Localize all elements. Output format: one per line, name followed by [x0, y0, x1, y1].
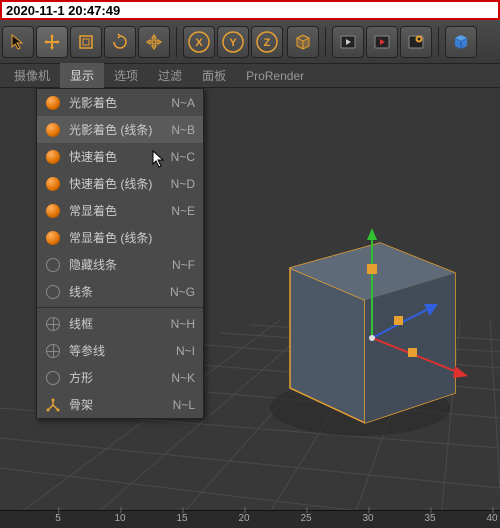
dropdown-shortcut: N~H [171, 317, 195, 331]
dropdown-item[interactable]: 常显着色 (线条) [37, 224, 203, 251]
render-settings-button[interactable] [400, 26, 432, 58]
wire-sphere-icon [46, 344, 60, 358]
shaded-sphere-icon [46, 231, 60, 245]
dropdown-separator [37, 307, 203, 308]
dropdown-item[interactable]: 隐藏线条 N~F [37, 251, 203, 278]
ruler-tick: 20 [238, 513, 249, 524]
ruler-tick: 5 [55, 513, 61, 524]
ruler-tick: 40 [486, 513, 497, 524]
rotate-tool-button[interactable] [104, 26, 136, 58]
cursor-tool-button[interactable] [2, 26, 34, 58]
timeline-ruler[interactable]: 5 10 15 20 25 30 35 40 [0, 510, 500, 528]
menu-display[interactable]: 显示 [60, 63, 104, 88]
dropdown-item[interactable]: 方形 N~K [37, 364, 203, 391]
dropdown-item[interactable]: 光影着色 N~A [37, 89, 203, 116]
scale-tool-button[interactable] [70, 26, 102, 58]
viewport-menu-bar: 摄像机 显示 选项 过滤 面板 ProRender [0, 64, 500, 88]
dropdown-item[interactable]: 骨架 N~L [37, 391, 203, 418]
shaded-sphere-icon [46, 204, 60, 218]
dropdown-item-label: 常显着色 (线条) [69, 229, 152, 246]
render-button[interactable] [332, 26, 364, 58]
dropdown-shortcut: N~D [171, 177, 195, 191]
dropdown-shortcut: N~G [170, 285, 195, 299]
dropdown-shortcut: N~C [171, 150, 195, 164]
axis-y-button[interactable]: Y [217, 26, 249, 58]
timestamp-text: 2020-11-1 20:47:49 [6, 3, 120, 18]
dropdown-item[interactable]: 等参线 N~I [37, 337, 203, 364]
lock-tool-button[interactable] [138, 26, 170, 58]
dropdown-item-label: 光影着色 (线条) [69, 121, 152, 138]
shaded-sphere-icon [46, 150, 60, 164]
dropdown-item-label: 线条 [69, 283, 93, 300]
menu-camera[interactable]: 摄像机 [4, 63, 60, 88]
dropdown-item-label: 隐藏线条 [69, 256, 117, 273]
dropdown-item[interactable]: 线条 N~G [37, 278, 203, 305]
coord-system-button[interactable] [287, 26, 319, 58]
dropdown-shortcut: N~E [171, 204, 195, 218]
axis-z-button[interactable]: Z [251, 26, 283, 58]
move-tool-button[interactable] [36, 26, 68, 58]
menu-prorender[interactable]: ProRender [236, 65, 314, 87]
dropdown-item-label: 方形 [69, 369, 93, 386]
dropdown-item[interactable]: 线框 N~H [37, 310, 203, 337]
shaded-sphere-icon [46, 177, 60, 191]
ruler-tick: 25 [300, 513, 311, 524]
dropdown-shortcut: N~I [176, 344, 195, 358]
outline-sphere-icon [46, 258, 60, 272]
outline-sphere-icon [46, 371, 60, 385]
dropdown-item-label: 快速着色 (线条) [69, 175, 152, 192]
svg-text:Z: Z [264, 37, 271, 49]
dropdown-item[interactable]: 常显着色 N~E [37, 197, 203, 224]
menu-options[interactable]: 选项 [104, 63, 148, 88]
menu-filter[interactable]: 过滤 [148, 63, 192, 88]
ruler-tick: 35 [424, 513, 435, 524]
menu-panel[interactable]: 面板 [192, 63, 236, 88]
dropdown-item-label: 光影着色 [69, 94, 117, 111]
dropdown-shortcut: N~L [173, 398, 195, 412]
wire-sphere-icon [46, 317, 60, 331]
skeleton-icon [46, 398, 60, 412]
dropdown-item-label: 等参线 [69, 342, 105, 359]
dropdown-item-label: 常显着色 [69, 202, 117, 219]
main-toolbar: X Y Z [0, 20, 500, 64]
dropdown-item[interactable]: 快速着色 N~C [37, 143, 203, 170]
dropdown-shortcut: N~A [171, 96, 195, 110]
timestamp-bar: 2020-11-1 20:47:49 [0, 0, 500, 20]
dropdown-item-label: 骨架 [69, 396, 93, 413]
dropdown-item-label: 快速着色 [69, 148, 117, 165]
dropdown-shortcut: N~B [171, 123, 195, 137]
dropdown-shortcut: N~F [172, 258, 195, 272]
ruler-tick: 15 [176, 513, 187, 524]
svg-text:X: X [195, 37, 203, 49]
dropdown-item[interactable]: 快速着色 (线条) N~D [37, 170, 203, 197]
svg-text:Y: Y [229, 37, 237, 49]
shaded-sphere-icon [46, 123, 60, 137]
shaded-sphere-icon [46, 96, 60, 110]
ruler-tick: 30 [362, 513, 373, 524]
display-dropdown: 光影着色 N~A 光影着色 (线条) N~B 快速着色 N~C 快速着色 (线条) N~D 常显… [36, 88, 204, 419]
outline-sphere-icon [46, 285, 60, 299]
dropdown-item-label: 线框 [69, 315, 93, 332]
render-region-button[interactable] [366, 26, 398, 58]
dropdown-shortcut: N~K [171, 371, 195, 385]
cube-primitive-button[interactable] [445, 26, 477, 58]
viewport-3d[interactable]: 光影着色 N~A 光影着色 (线条) N~B 快速着色 N~C 快速着色 (线条) N~D 常显… [0, 88, 500, 528]
cube-object[interactable] [260, 208, 480, 468]
axis-x-button[interactable]: X [183, 26, 215, 58]
ruler-tick: 10 [114, 513, 125, 524]
dropdown-item[interactable]: 光影着色 (线条) N~B [37, 116, 203, 143]
